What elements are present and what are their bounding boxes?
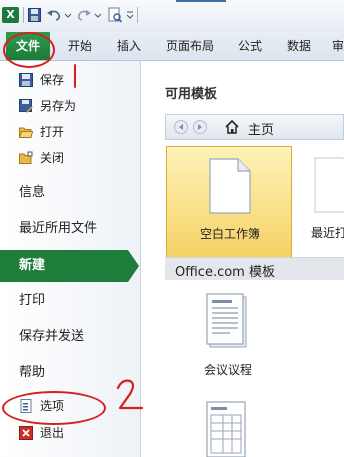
template-breadcrumb: 主页 — [165, 114, 344, 140]
nav-save-label: 保存 — [40, 73, 65, 87]
back-button[interactable] — [174, 120, 188, 134]
tab-data[interactable]: 数据 — [287, 32, 311, 60]
template-item[interactable] — [178, 397, 278, 457]
nav-help-label: 帮助 — [19, 365, 46, 380]
new-workbook-panel: 可用模板 主页 空白工作簿 最近打 Office.com 模板 会议议程 — [141, 61, 344, 457]
template-blank-workbook[interactable]: 空白工作簿 — [166, 146, 292, 258]
template-recent[interactable]: 最近打 — [301, 146, 344, 258]
nav-info[interactable]: 信息 — [0, 177, 138, 209]
tab-page-layout[interactable]: 页面布局 — [166, 32, 214, 60]
excel-icon[interactable]: X — [2, 7, 19, 23]
template-meeting-agenda[interactable]: 会议议程 — [178, 289, 278, 379]
breadcrumb-home[interactable]: 主页 — [248, 119, 274, 138]
quick-access-toolbar: X — [0, 0, 344, 32]
chevron-down-icon[interactable] — [64, 7, 72, 23]
nav-print-label: 打印 — [19, 293, 46, 308]
nav-save[interactable]: 保存 — [0, 69, 138, 91]
tab-formulas[interactable]: 公式 — [238, 32, 262, 60]
excel-backstage-window: X 文件 开始 插入 页面布局 公式 数据 审 保存 另存为 打开 关闭 信息 … — [0, 0, 344, 457]
chevron-down-icon[interactable] — [94, 7, 102, 23]
blank-document-icon — [209, 158, 251, 214]
save-icon[interactable] — [28, 7, 41, 23]
section-title: 可用模板 — [165, 87, 218, 102]
arrow-left-icon — [179, 124, 183, 130]
toolbar-separator — [23, 7, 24, 23]
nav-close-label: 关闭 — [40, 151, 65, 165]
forward-button[interactable] — [193, 120, 207, 134]
agenda-document-icon — [206, 293, 247, 348]
print-preview-icon[interactable] — [108, 7, 122, 23]
nav-exit-label: 退出 — [40, 426, 65, 440]
nav-recent[interactable]: 最近所用文件 — [0, 213, 138, 245]
close-folder-icon — [19, 151, 33, 164]
nav-save-as[interactable]: 另存为 — [0, 95, 138, 117]
redo-icon[interactable] — [76, 7, 92, 23]
annotation-circle-options — [2, 391, 106, 425]
nav-save-as-label: 另存为 — [40, 99, 77, 113]
title-bar-edge — [176, 0, 226, 2]
nav-new-label: 新建 — [19, 258, 46, 273]
nav-save-send-label: 保存并发送 — [19, 329, 85, 344]
annotation-mark-1 — [74, 64, 76, 88]
save-icon — [19, 73, 33, 87]
nav-open[interactable]: 打开 — [0, 121, 138, 143]
save-as-icon — [19, 99, 33, 113]
annotation-mark-2 — [116, 379, 144, 410]
customize-icon[interactable] — [126, 7, 134, 23]
nav-open-label: 打开 — [40, 125, 65, 139]
tab-insert[interactable]: 插入 — [117, 32, 141, 60]
table-document-icon — [206, 401, 246, 457]
office-templates-header: Office.com 模板 — [165, 257, 344, 280]
nav-recent-label: 最近所用文件 — [19, 221, 98, 236]
undo-icon[interactable] — [46, 7, 62, 23]
exit-icon — [19, 426, 33, 440]
home-icon[interactable] — [224, 119, 240, 135]
annotation-circle-file — [3, 32, 55, 68]
office-templates-label: Office.com 模板 — [175, 265, 275, 280]
tab-review[interactable]: 审 — [332, 32, 344, 60]
open-folder-icon — [19, 127, 33, 138]
nav-save-send[interactable]: 保存并发送 — [0, 321, 138, 353]
tab-home[interactable]: 开始 — [68, 32, 92, 60]
nav-close[interactable]: 关闭 — [0, 147, 138, 169]
template-recent-label: 最近打 — [311, 226, 344, 240]
nav-exit[interactable]: 退出 — [0, 422, 138, 444]
nav-print[interactable]: 打印 — [0, 285, 138, 317]
arrow-right-icon — [198, 124, 202, 130]
nav-new[interactable]: 新建 — [0, 250, 139, 282]
toolbar-separator — [137, 7, 138, 23]
selection-arrow — [128, 250, 139, 282]
nav-info-label: 信息 — [19, 185, 46, 200]
template-agenda-label: 会议议程 — [203, 363, 252, 377]
recent-template-icon — [314, 157, 344, 213]
template-blank-label: 空白工作簿 — [199, 227, 260, 241]
